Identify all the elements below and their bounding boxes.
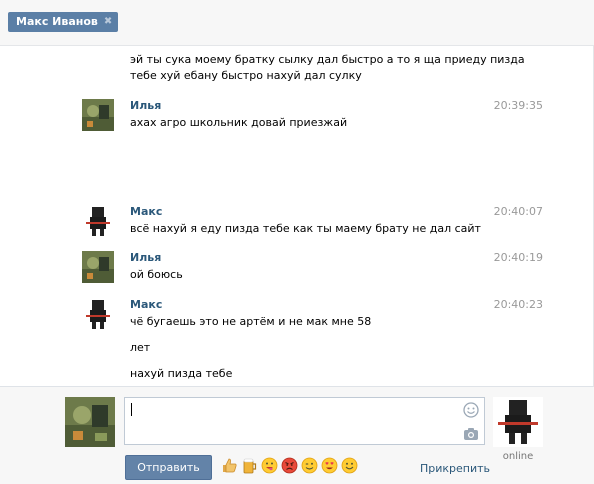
timestamp: 20:40:19 [493, 251, 543, 264]
message-item: Илья 20:39:35 ахах агро школьник довай п… [82, 99, 552, 139]
author-name[interactable]: Илья [130, 99, 161, 113]
avatar-maks[interactable] [82, 205, 114, 237]
message-log: эй ты сука моему братку сылку дал быстро… [0, 46, 594, 386]
message-item: эй ты сука моему братку сылку дал быстро… [82, 52, 552, 92]
author-name[interactable]: Илья [130, 251, 161, 265]
tab-dialog[interactable]: Макс Иванов ✖ [8, 12, 119, 32]
tab-bar: Макс Иванов ✖ [0, 0, 594, 46]
smile-icon[interactable] [463, 402, 479, 418]
camera-icon[interactable] [463, 427, 479, 441]
message-text: лет [130, 341, 151, 354]
attach-link[interactable]: Прикрепить [420, 462, 490, 475]
text-caret [131, 403, 132, 416]
compose-panel: online Отправить Прикрепить [0, 386, 594, 484]
smile-face-icon[interactable] [341, 457, 358, 474]
heart-eyes-face-icon[interactable] [321, 457, 338, 474]
wink-face-icon[interactable] [301, 457, 318, 474]
message-text: ахах агро школьник довай приезжай [130, 116, 348, 129]
close-icon[interactable]: ✖ [104, 12, 112, 32]
message-text: чё бугаешь это не артём и не мак мне 58 [130, 315, 372, 328]
send-button[interactable]: Отправить [125, 455, 212, 480]
beer-icon[interactable] [241, 457, 258, 474]
emoji-quick-bar [221, 457, 358, 477]
avatar-maks[interactable] [82, 298, 114, 330]
my-avatar[interactable] [65, 397, 115, 447]
author-name[interactable]: Макс [130, 298, 162, 312]
message-text: тебе хуй ебану быстро нахуй дал сулку [130, 69, 362, 82]
avatar-ilya[interactable] [82, 251, 114, 283]
timestamp: 20:40:07 [493, 205, 543, 218]
yum-face-icon[interactable] [261, 457, 278, 474]
author-name[interactable]: Макс [130, 205, 162, 219]
avatar-ilya[interactable] [82, 99, 114, 131]
message-text: эй ты сука моему братку сылку дал быстро… [130, 53, 525, 66]
online-status: online [502, 451, 534, 462]
tab-title: Макс Иванов [16, 15, 98, 28]
message-input[interactable] [124, 397, 485, 445]
angry-face-icon[interactable] [281, 457, 298, 474]
message-text: ой боюсь [130, 268, 183, 281]
message-text: нахуй пизда тебе [130, 367, 233, 380]
thumbs-up-icon[interactable] [221, 457, 238, 474]
timestamp: 20:40:23 [493, 298, 543, 311]
message-item: Макс 20:40:07 всё нахуй я еду пизда тебе… [82, 205, 552, 245]
message-text: всё нахуй я еду пизда тебе как ты маему … [130, 222, 481, 235]
timestamp: 20:39:35 [493, 99, 543, 112]
peer-avatar[interactable] [493, 397, 543, 447]
message-item: Илья 20:40:19 ой боюсь [82, 251, 552, 291]
message-item: Макс 20:40:23 чё бугаешь это не артём и … [82, 298, 552, 384]
